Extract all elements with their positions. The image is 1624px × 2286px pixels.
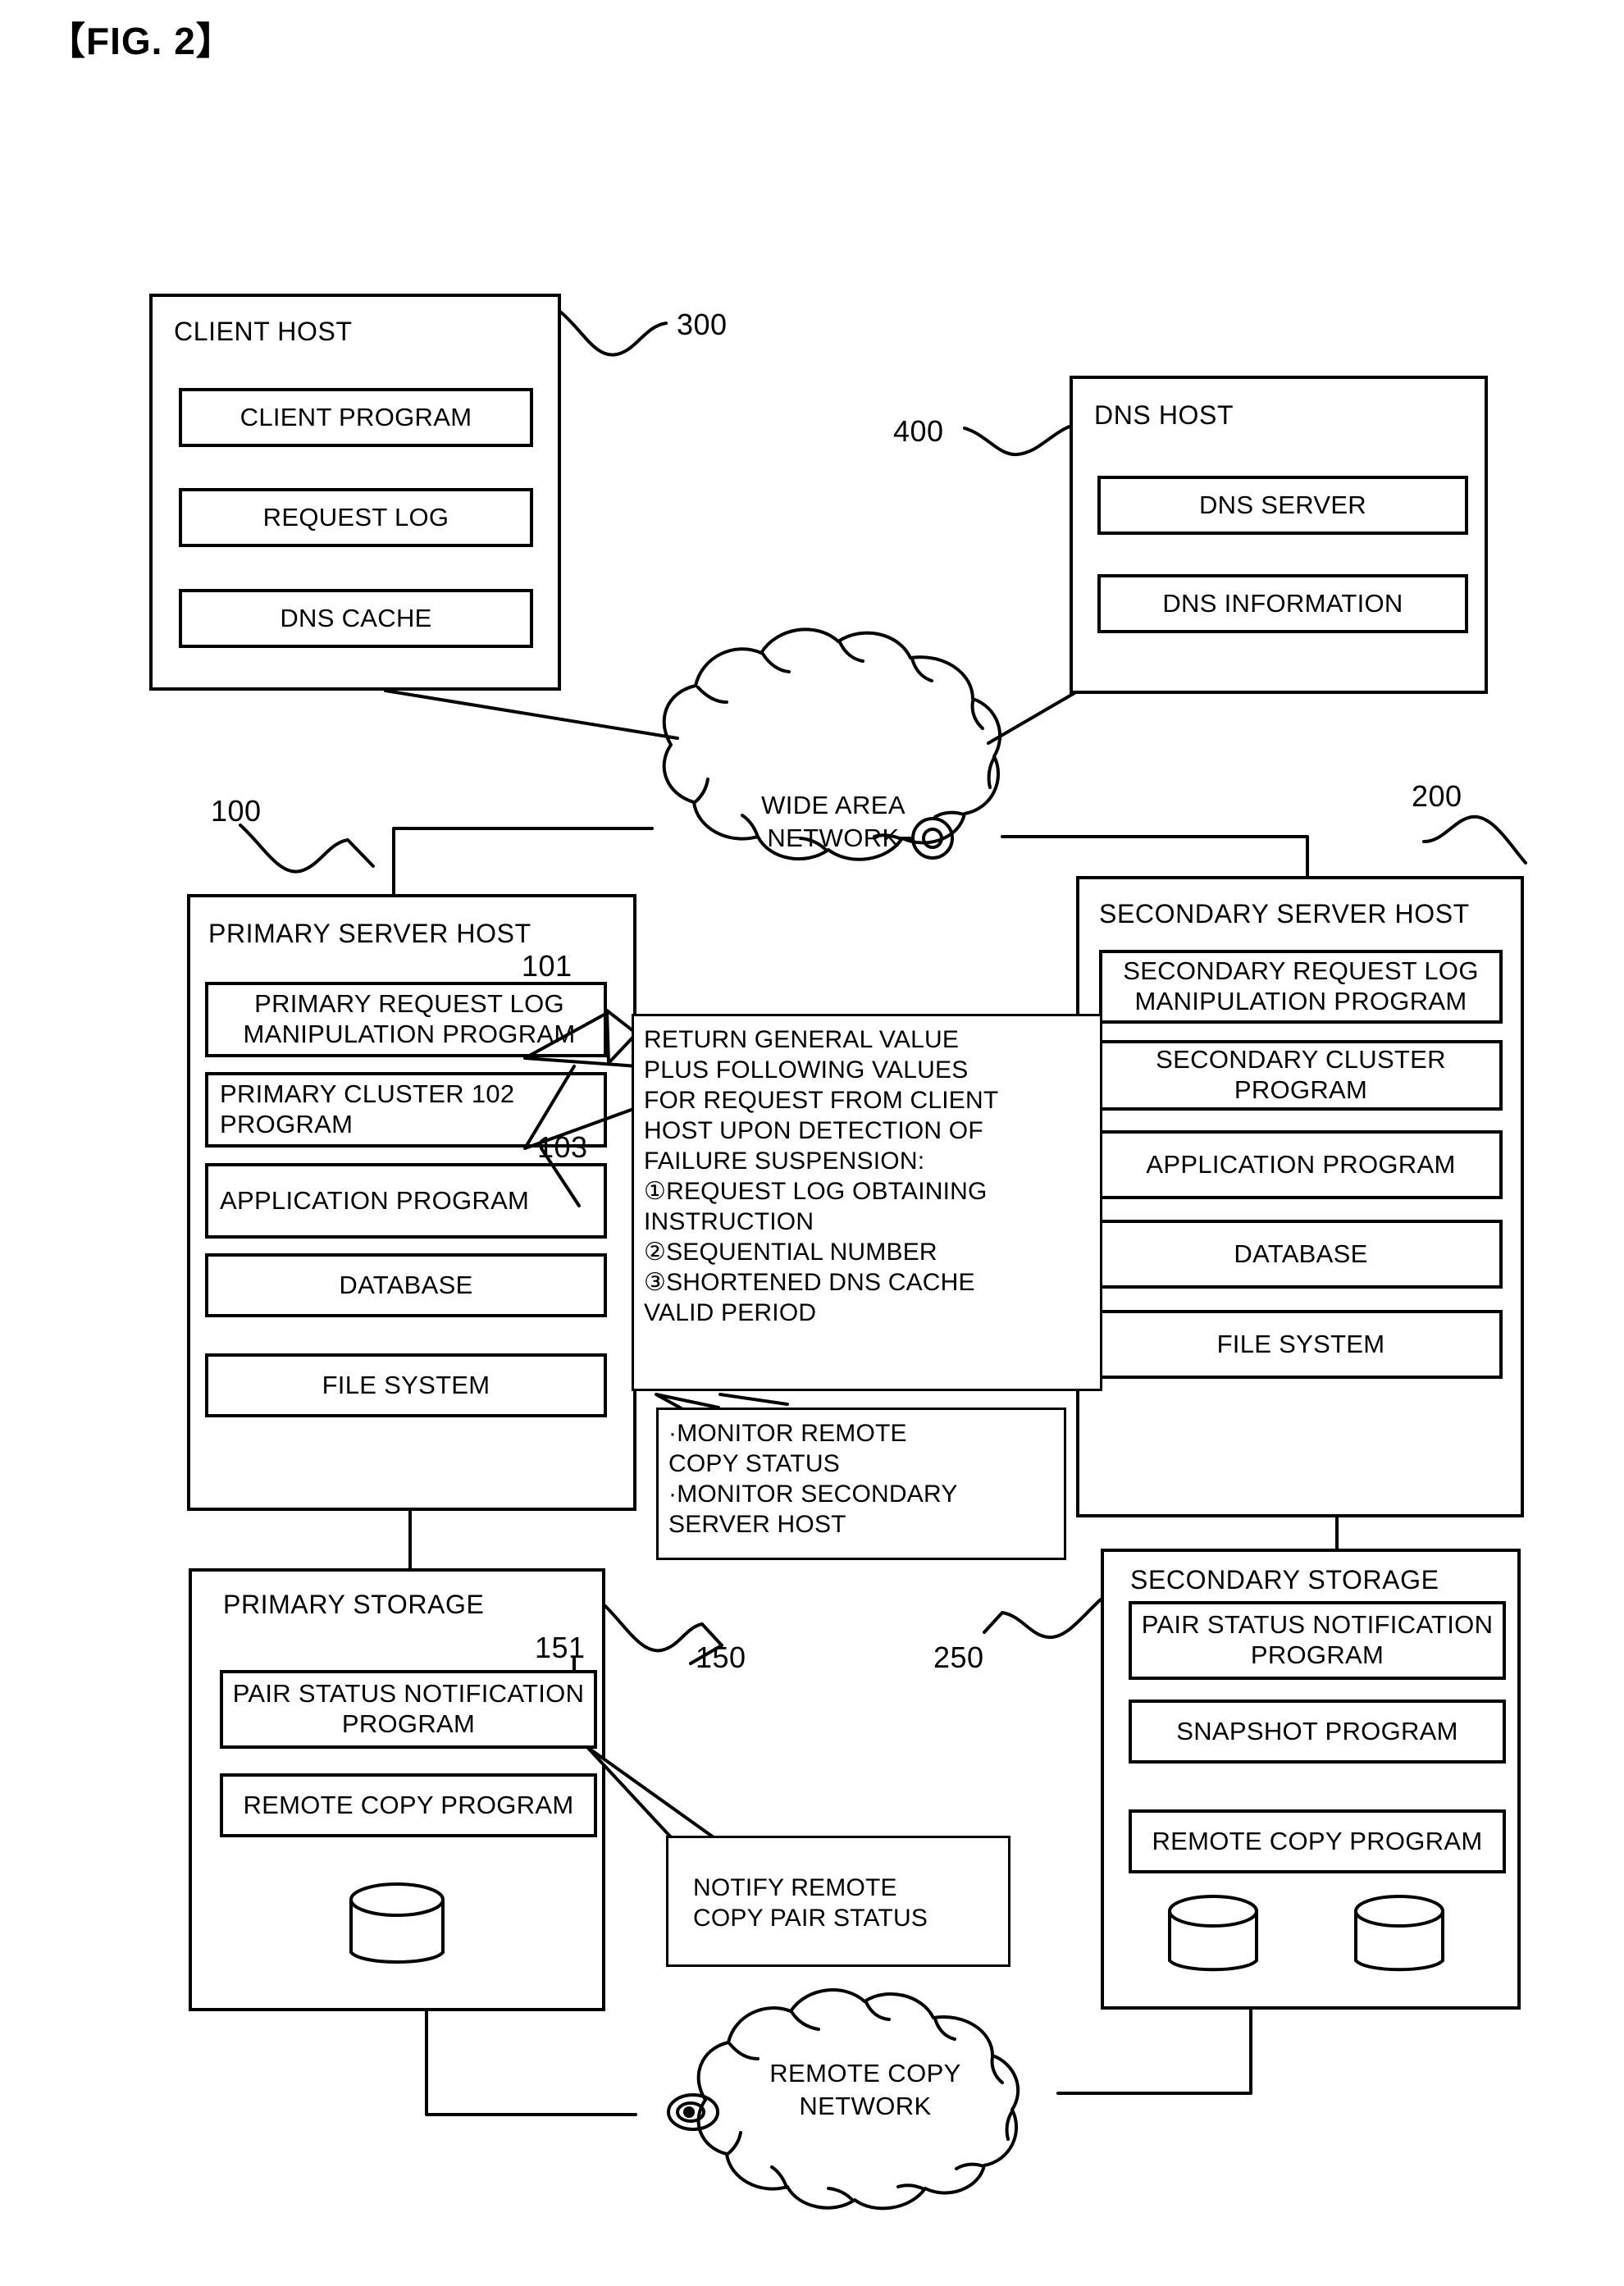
note-notify-pair-status: NOTIFY REMOTE COPY PAIR STATUS (666, 1836, 1010, 1967)
note-return-values: RETURN GENERAL VALUE PLUS FOLLOWING VALU… (632, 1014, 1102, 1391)
patent-figure-2: 【FIG. 2】 CLIENT HOST CLIENT PROGRAM REQU… (0, 0, 1624, 2286)
callout-notes: RETURN GENERAL VALUE PLUS FOLLOWING VALU… (0, 0, 1624, 2286)
note-monitor: ·MONITOR REMOTE COPY STATUS ·MONITOR SEC… (656, 1408, 1066, 1560)
